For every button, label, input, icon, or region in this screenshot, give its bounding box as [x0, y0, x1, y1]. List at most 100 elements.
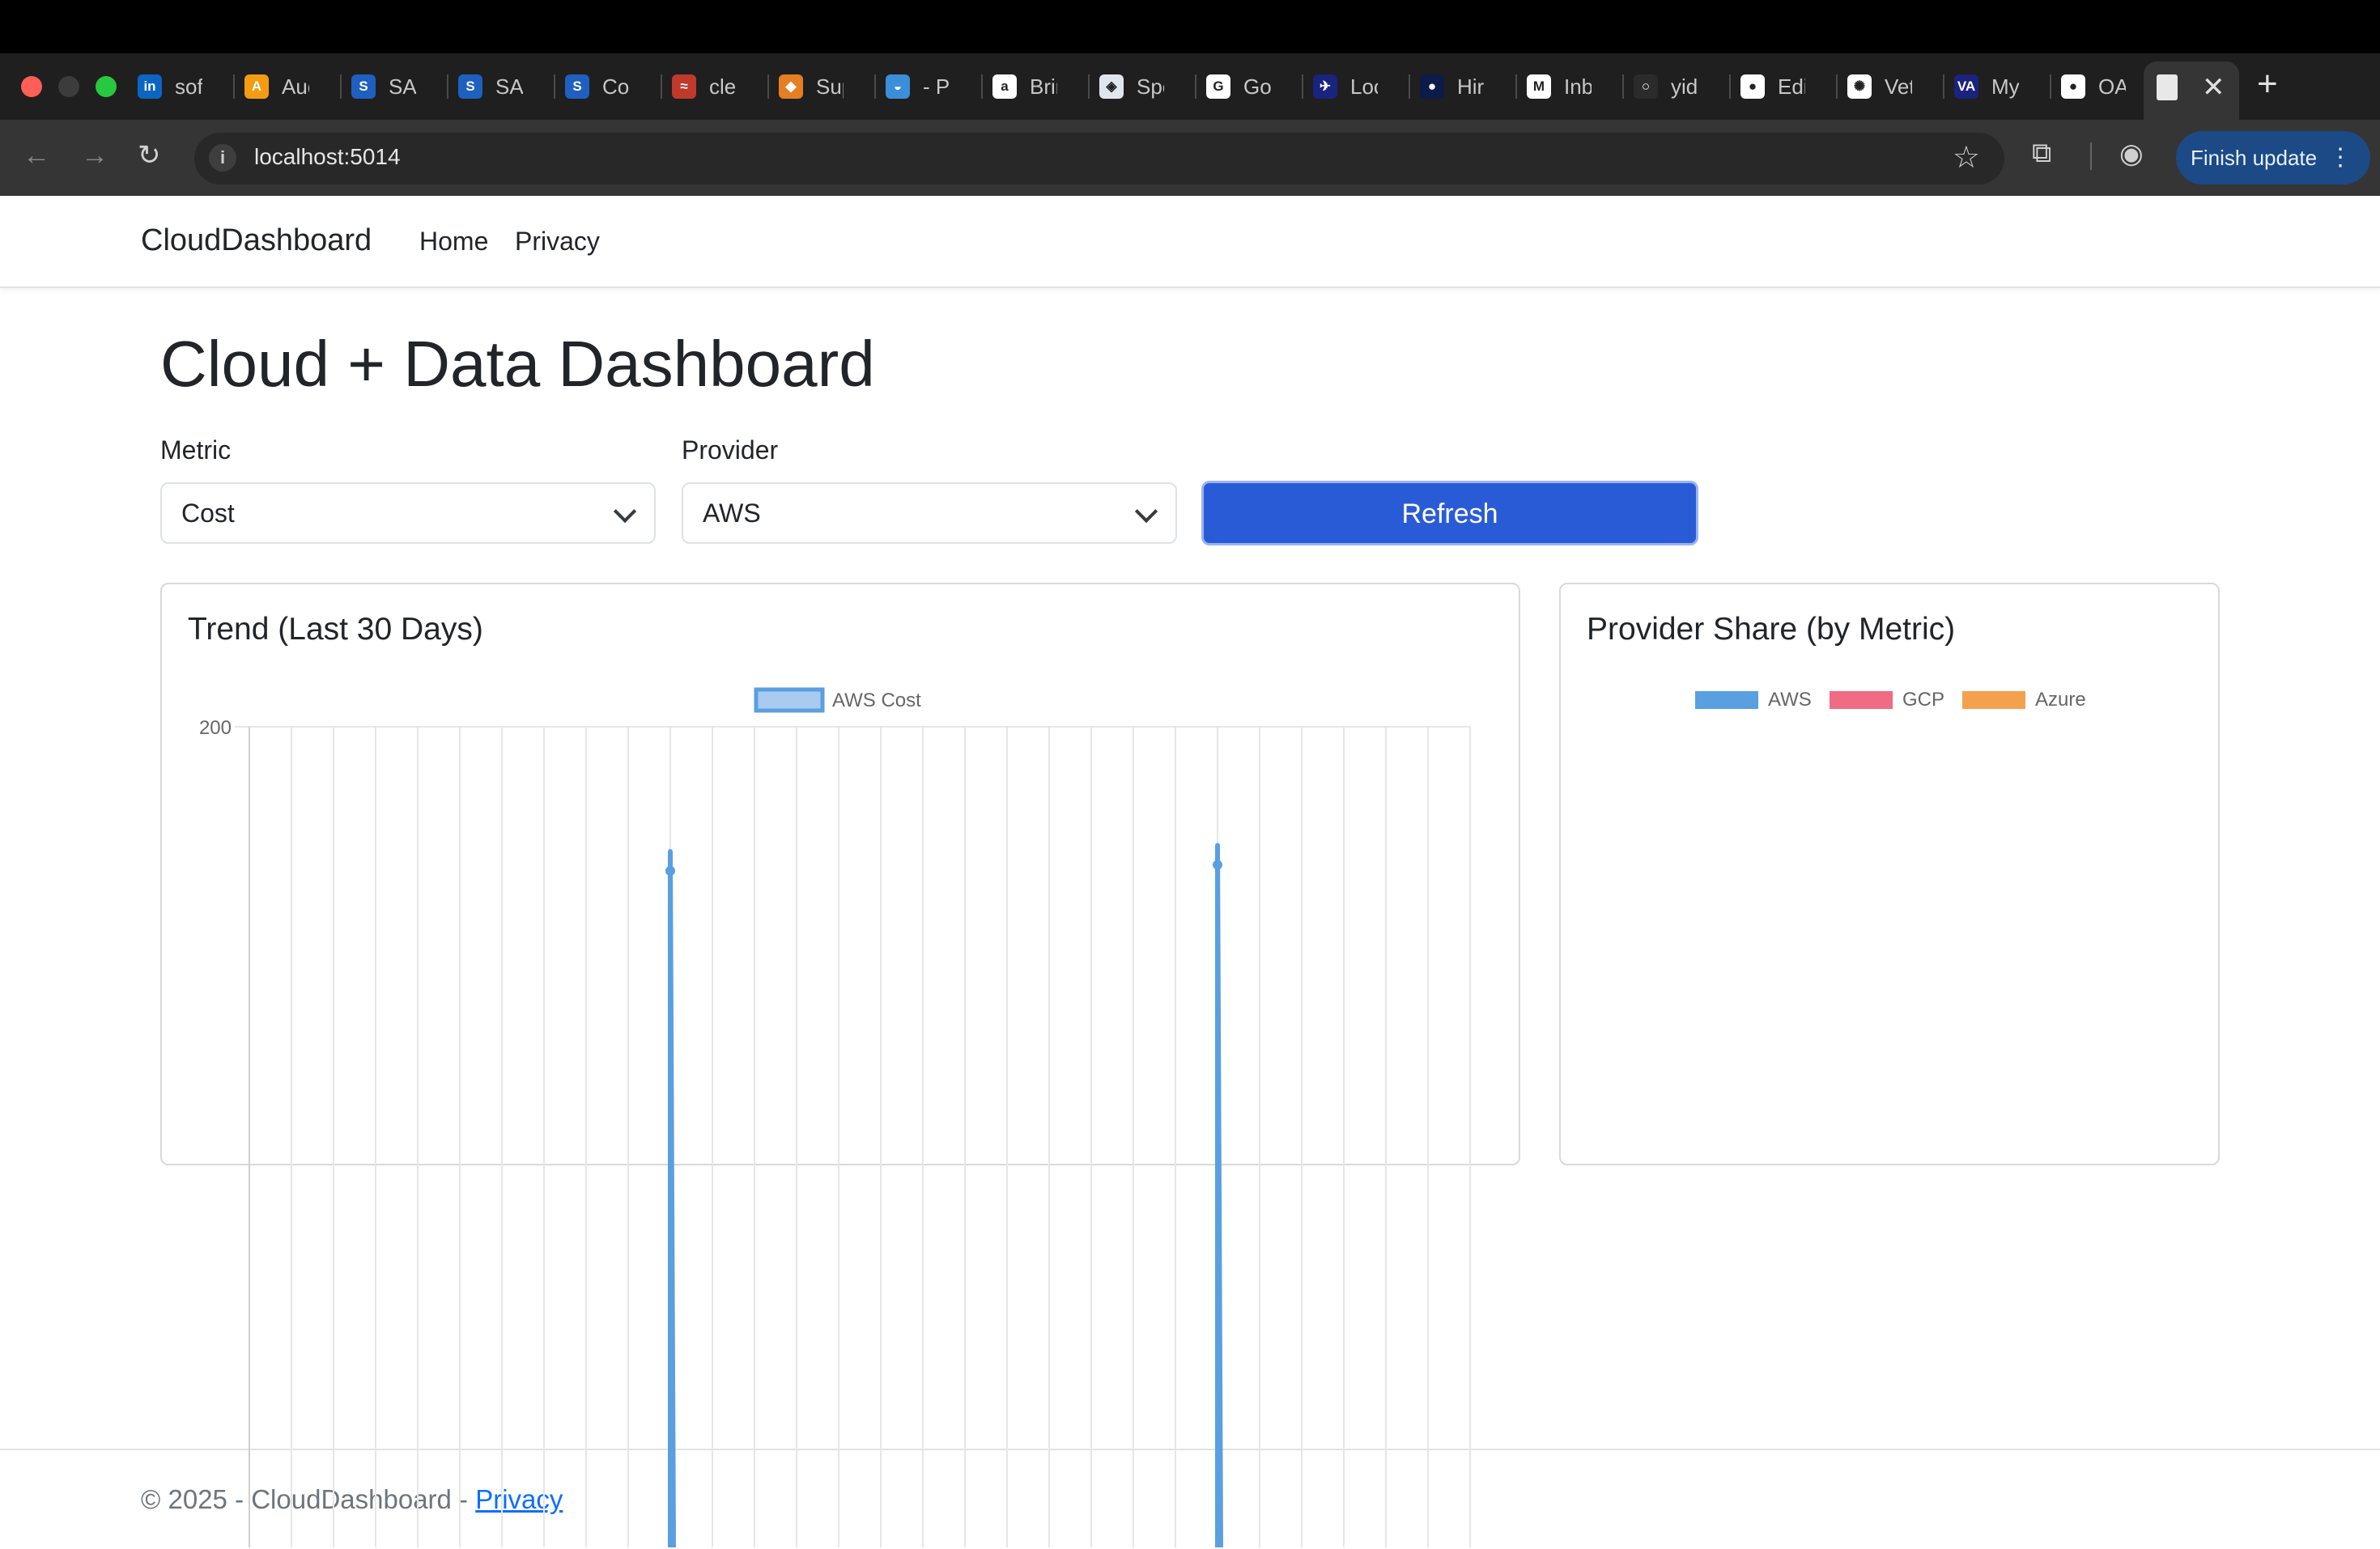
browser-tab[interactable]: A Auc — [244, 70, 309, 104]
metric-select[interactable]: Cost — [160, 482, 656, 544]
provider-label: Provider — [682, 435, 779, 465]
forward-arrow-icon[interactable]: → — [81, 138, 108, 173]
github-icon: ● — [2061, 74, 2085, 99]
tab-separator — [874, 74, 876, 99]
browser-tab-title: clea — [709, 74, 737, 99]
browser-tab-title: - Pa — [923, 74, 950, 99]
github-icon: ● — [1740, 74, 1765, 99]
browser-tab[interactable]: S Cor — [565, 70, 630, 104]
chevron-down-icon — [613, 499, 637, 524]
nav-privacy-link[interactable]: Privacy — [515, 227, 600, 257]
browser-tab[interactable]: ○ yid — [1634, 70, 1698, 104]
box-icon: ◆ — [779, 74, 803, 99]
browser-tab[interactable]: ◒ - Pa — [886, 70, 950, 104]
amazon-icon: a — [992, 74, 1017, 99]
browser-tab-title: sof — [175, 74, 202, 99]
tab-separator — [1302, 74, 1303, 99]
tab-separator — [661, 74, 662, 99]
url-text: localhost:5014 — [254, 144, 401, 169]
browser-tab[interactable]: G Goo — [1206, 70, 1271, 104]
address-bar[interactable]: i localhost:5014 ☆ — [194, 133, 2004, 185]
bookmark-star-icon[interactable]: ☆ — [1953, 139, 1980, 176]
close-tab-icon[interactable]: ✕ — [2202, 71, 2225, 104]
browser-tab[interactable]: ✈ Loc — [1313, 70, 1378, 104]
browser-tab-title: Cor — [602, 74, 630, 99]
azure-swatch — [1962, 691, 2025, 709]
nav-home-link[interactable]: Home — [419, 227, 488, 257]
legend-item-aws[interactable]: AWS — [1695, 689, 1812, 711]
browser-tab[interactable]: S SAI — [458, 70, 523, 104]
gmail-icon: M — [1527, 74, 1551, 99]
browser-tab-title: Loc — [1350, 74, 1378, 99]
browser-tab-title: My — [1991, 74, 2019, 99]
site-info-icon[interactable]: i — [209, 144, 236, 172]
browser-tab[interactable]: ◈ Spe — [1099, 70, 1164, 104]
saic-icon: S — [565, 74, 589, 99]
more-menu-icon[interactable]: ⋮ — [2328, 131, 2352, 185]
tab-separator — [1409, 74, 1410, 99]
screen-top-bar — [0, 0, 2380, 53]
browser-tab[interactable]: S SAI — [351, 70, 416, 104]
minimize-window-button[interactable] — [58, 76, 79, 97]
saic-icon: S — [458, 74, 482, 99]
circle-icon: ○ — [1634, 74, 1658, 99]
document-icon — [2157, 74, 2178, 100]
tab-separator — [1622, 74, 1624, 99]
legend-item-gcp[interactable]: GCP — [1830, 689, 1945, 711]
provider-selected-value: AWS — [703, 499, 761, 528]
browser-tab[interactable]: ✺ Vet — [1847, 70, 1912, 104]
audible-icon: A — [244, 74, 269, 99]
metric-label: Metric — [160, 435, 232, 465]
footer-privacy-link[interactable]: Privacy — [475, 1484, 563, 1514]
browser-tab-title: Hir — [1457, 74, 1485, 99]
browser-tab[interactable]: ● OAu — [2061, 70, 2126, 104]
browser-tab-title: Edi — [1778, 74, 1805, 99]
legend-label-gcp: GCP — [1902, 689, 1945, 711]
browser-tab-title: Goo — [1243, 74, 1271, 99]
provider-select[interactable]: AWS — [682, 482, 1177, 544]
hire-icon: ● — [1420, 74, 1444, 99]
trend-card — [160, 583, 1520, 1165]
reload-icon[interactable]: ↻ — [138, 138, 161, 173]
toolbar-divider — [2090, 142, 2092, 170]
active-browser-tab[interactable]: ✕ — [2144, 62, 2239, 120]
gcp-swatch — [1830, 691, 1893, 709]
browser-tab[interactable]: ● Hir — [1420, 70, 1485, 104]
tab-separator — [554, 74, 555, 99]
browser-tab[interactable]: in sof — [138, 70, 202, 104]
browser-tab[interactable]: M Inb — [1527, 70, 1592, 104]
close-window-button[interactable] — [21, 76, 42, 97]
tab-separator — [981, 74, 983, 99]
browser-tab-title: SAI — [495, 74, 523, 99]
browser-tab[interactable]: ● Edi — [1740, 70, 1805, 104]
flag-icon: ≈ — [672, 74, 696, 99]
browser-tab-title: yid — [1671, 74, 1698, 99]
profile-icon[interactable]: ◉ — [2119, 138, 2144, 170]
browser-tab-title: Sup — [816, 74, 844, 99]
browser-tab[interactable]: ≈ clea — [672, 70, 737, 104]
cast-search-icon[interactable]: ⧉ — [2032, 138, 2051, 169]
legend-item-azure[interactable]: Azure — [1962, 689, 2086, 711]
refresh-button[interactable]: Refresh — [1201, 481, 1698, 545]
browser-tab[interactable]: ◆ Sup — [779, 70, 844, 104]
browser-tab-title: Brir — [1030, 74, 1057, 99]
finish-update-button[interactable]: Finish update ⋮ — [2176, 131, 2370, 185]
tab-separator — [1836, 74, 1838, 99]
footer-copyright: © 2025 - CloudDashboard - — [141, 1484, 476, 1514]
saic-icon: S — [351, 74, 376, 99]
chevron-down-icon — [1134, 499, 1158, 524]
new-tab-button[interactable]: + — [2257, 66, 2278, 102]
tab-separator — [1195, 74, 1196, 99]
tab-separator — [1088, 74, 1090, 99]
tab-separator — [2050, 74, 2051, 99]
brand-link[interactable]: CloudDashboard — [141, 223, 372, 258]
tab-separator — [767, 74, 769, 99]
browser-tab-title: Vet — [1885, 74, 1912, 99]
google-icon: G — [1206, 74, 1230, 99]
back-arrow-icon[interactable]: ← — [23, 138, 50, 173]
browser-tab[interactable]: a Brir — [992, 70, 1057, 104]
provider-share-card-title: Provider Share (by Metric) — [1587, 612, 1956, 647]
browser-tab[interactable]: VA My — [1954, 70, 2019, 104]
browser-tab-title: Auc — [282, 74, 309, 99]
maximize-window-button[interactable] — [96, 76, 117, 97]
